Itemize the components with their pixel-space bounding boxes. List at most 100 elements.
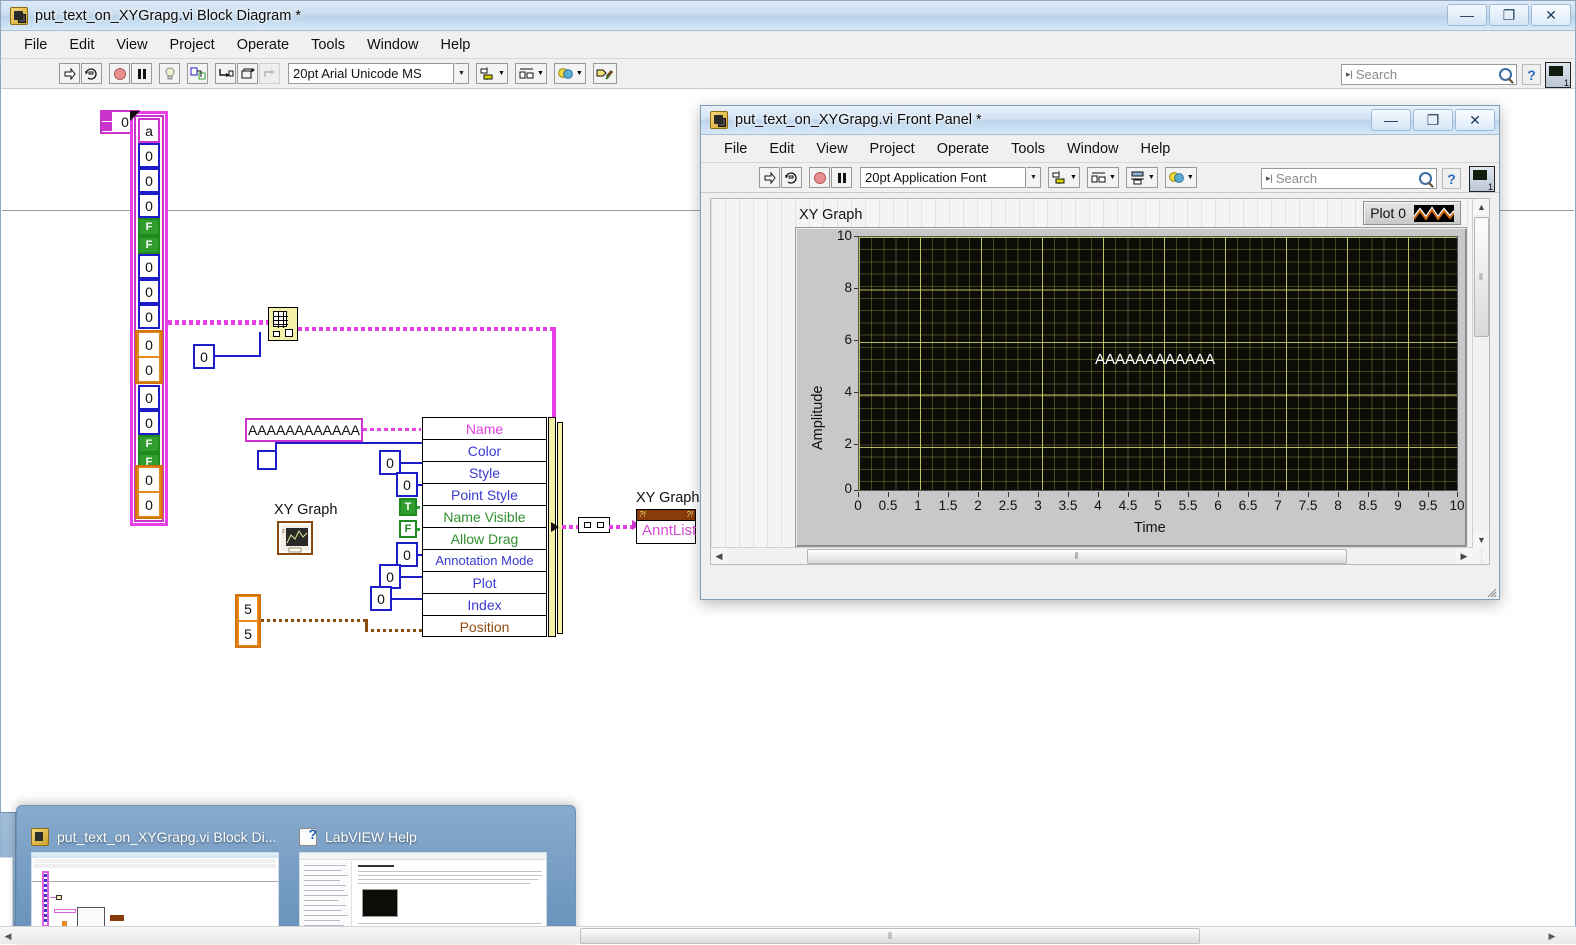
menu-help[interactable]: Help	[1130, 139, 1182, 159]
search-input[interactable]: ▸| Search	[1261, 168, 1437, 189]
xy-graph-property-node[interactable]: ?! ?! AnntList	[636, 509, 696, 544]
abort-execution-icon[interactable]	[809, 167, 830, 188]
vertical-scroll-thumb[interactable]: ⦀	[1474, 217, 1489, 337]
allow-drag-constant[interactable]: F	[399, 520, 417, 538]
color-wire[interactable]	[275, 442, 423, 444]
bundle-field-name[interactable]: Name	[423, 418, 546, 440]
menu-view[interactable]: View	[805, 139, 858, 159]
menu-window[interactable]: Window	[356, 35, 430, 55]
horizontal-scroll-thumb[interactable]: ⦀	[580, 928, 1200, 944]
menu-window[interactable]: Window	[1056, 139, 1130, 159]
plot-swatch-icon[interactable]	[1414, 204, 1454, 222]
maximize-button[interactable]: ❐	[1489, 4, 1529, 26]
labview-logo-badge[interactable]: 1	[1469, 166, 1495, 192]
xy-graph-reference-icon[interactable]: 2	[277, 521, 313, 555]
taskbar-thumb-labview-help[interactable]: LabVIEW Help	[299, 826, 549, 938]
index-constant[interactable]: 0	[193, 344, 215, 369]
bundle-field-name-visible[interactable]: Name Visible	[423, 506, 546, 528]
menu-view[interactable]: View	[105, 35, 158, 55]
scroll-right-button[interactable]: ▶	[1456, 548, 1472, 564]
style-wire[interactable]	[401, 462, 423, 464]
menu-file[interactable]: File	[713, 139, 758, 159]
front-panel-canvas[interactable]: XY Graph Plot 0 Amplitude 10 8 6 4 2 0 A…	[710, 198, 1490, 565]
color-box-constant[interactable]	[257, 450, 277, 470]
graph-annotation-text[interactable]: AAAAAAAAAAAA	[1095, 351, 1215, 368]
name-wire[interactable]	[363, 428, 421, 431]
close-button[interactable]: ✕	[1531, 4, 1571, 26]
index-field-wire[interactable]	[392, 598, 423, 600]
font-selector[interactable]: 20pt Application Font	[860, 167, 1026, 188]
help-button[interactable]: ?	[1522, 64, 1541, 85]
block-diagram-titlebar[interactable]: put_text_on_XYGrapg.vi Block Diagram * —…	[1, 1, 1575, 31]
menu-file[interactable]: File	[13, 35, 58, 55]
pause-icon[interactable]	[131, 63, 152, 84]
spinner-icon[interactable]	[102, 112, 112, 132]
panel-horizontal-scrollbar[interactable]: ◀ ⦀ ▶	[711, 547, 1472, 564]
align-objects-icon[interactable]: ▼	[1048, 167, 1080, 188]
position-wire-a[interactable]	[261, 619, 367, 622]
clean-up-diagram-icon[interactable]	[592, 63, 617, 84]
bundle-field-style[interactable]: Style	[423, 462, 546, 484]
bundle-field-allow-drag[interactable]: Allow Drag	[423, 528, 546, 550]
menu-operate[interactable]: Operate	[226, 35, 300, 55]
labview-logo-badge[interactable]: 1	[1545, 62, 1571, 88]
bundle-field-point-style[interactable]: Point Style	[423, 484, 546, 506]
scroll-left-button[interactable]: ◀	[711, 548, 727, 564]
taskbar-popup-partial-thumb[interactable]	[0, 857, 13, 937]
step-over-icon[interactable]	[237, 63, 258, 84]
build-array-node[interactable]	[578, 517, 610, 533]
menu-project[interactable]: Project	[159, 35, 226, 55]
search-input[interactable]: ▸| Search	[1341, 64, 1517, 85]
menu-tools[interactable]: Tools	[1000, 139, 1056, 159]
minimize-button[interactable]: —	[1447, 4, 1487, 26]
name-visible-constant[interactable]: T	[399, 498, 417, 516]
xy-graph-control[interactable]: Amplitude 10 8 6 4 2 0 AAAAAAAAAAAA 0 0.…	[795, 227, 1467, 547]
bundle-field-plot[interactable]: Plot	[423, 572, 546, 594]
bundle-field-index[interactable]: Index	[423, 594, 546, 616]
run-continuously-icon[interactable]	[781, 167, 802, 188]
scroll-left-button[interactable]: ◀	[0, 927, 16, 945]
bundle-field-color[interactable]: Color	[423, 440, 546, 462]
menu-help[interactable]: Help	[430, 35, 482, 55]
menu-operate[interactable]: Operate	[926, 139, 1000, 159]
resize-objects-icon[interactable]: ▼	[1125, 167, 1158, 188]
scroll-right-button[interactable]: ▶	[1544, 927, 1560, 945]
run-arrow-icon[interactable]	[59, 63, 80, 84]
horizontal-scroll-thumb[interactable]: ⦀	[807, 549, 1347, 564]
close-button[interactable]: ✕	[1455, 109, 1495, 131]
index-array-node[interactable]	[268, 307, 298, 341]
help-button[interactable]: ?	[1442, 168, 1461, 189]
scroll-down-button[interactable]: ▼	[1473, 532, 1489, 548]
reorder-icon[interactable]: ▼	[553, 63, 586, 84]
menu-edit[interactable]: Edit	[58, 35, 105, 55]
front-panel-titlebar[interactable]: put_text_on_XYGrapg.vi Front Panel * — ❐…	[701, 106, 1499, 135]
retain-wire-values-icon[interactable]	[187, 63, 208, 84]
bundle-field-position[interactable]: Position	[423, 616, 546, 638]
menu-tools[interactable]: Tools	[300, 35, 356, 55]
align-objects-icon[interactable]: ▼	[476, 63, 508, 84]
run-continuously-icon[interactable]	[81, 63, 102, 84]
minimize-button[interactable]: —	[1371, 109, 1411, 131]
block-diagram-horizontal-scrollbar[interactable]: ◀ ⦀ ▶	[0, 926, 1576, 944]
reorder-icon[interactable]: ▼	[1164, 167, 1197, 188]
step-out-icon[interactable]	[259, 63, 280, 84]
distribute-objects-icon[interactable]: ▼	[514, 63, 547, 84]
taskbar-thumb-block-diagram[interactable]: put_text_on_XYGrapg.vi Block Di...	[31, 828, 281, 938]
scroll-up-button[interactable]: ▲	[1473, 199, 1489, 215]
annotation-element-wire[interactable]	[298, 327, 554, 331]
plot-wire[interactable]	[401, 576, 423, 578]
pause-icon[interactable]	[831, 167, 852, 188]
font-dropdown-arrow-icon[interactable]: ▼	[1027, 167, 1041, 188]
lightbulb-icon[interactable]	[159, 63, 180, 84]
resize-grip[interactable]	[1485, 585, 1497, 598]
distribute-objects-icon[interactable]: ▼	[1086, 167, 1119, 188]
string-constant[interactable]: AAAAAAAAAAAA	[245, 418, 363, 442]
menu-edit[interactable]: Edit	[758, 139, 805, 159]
plot-legend[interactable]: Plot 0	[1363, 201, 1461, 225]
abort-execution-icon[interactable]	[109, 63, 130, 84]
point-style-constant[interactable]: 0	[396, 472, 418, 497]
index-wire-vertical[interactable]	[259, 332, 261, 357]
menu-project[interactable]: Project	[859, 139, 926, 159]
run-arrow-icon[interactable]	[759, 167, 780, 188]
color-wire-vertical[interactable]	[275, 442, 277, 460]
